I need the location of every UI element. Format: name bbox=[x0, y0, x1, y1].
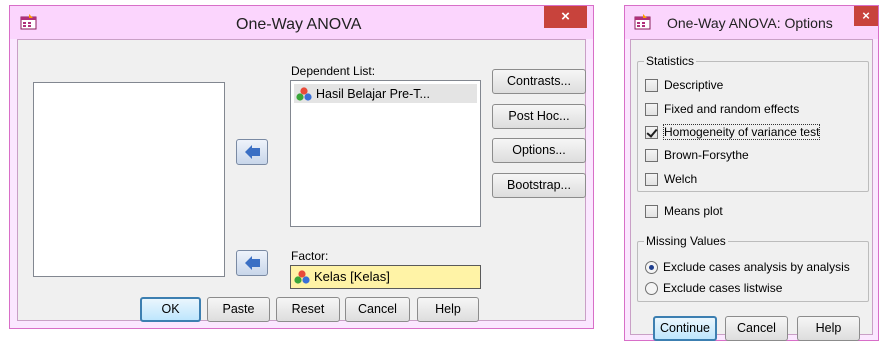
descriptive-checkbox[interactable]: Descriptive bbox=[645, 78, 723, 92]
dialog-body: Dependent List: Hasil Belajar Pre-T... F… bbox=[17, 39, 586, 322]
means-plot-checkbox[interactable]: Means plot bbox=[645, 204, 723, 218]
close-icon[interactable]: × bbox=[854, 6, 878, 26]
dependent-list-item[interactable]: Hasil Belajar Pre-T... bbox=[294, 84, 477, 103]
factor-item[interactable]: Kelas [Kelas] bbox=[294, 269, 390, 284]
ok-button[interactable]: OK bbox=[140, 297, 201, 322]
cancel-button[interactable]: Cancel bbox=[345, 297, 410, 322]
source-variable-list[interactable] bbox=[33, 82, 225, 277]
dependent-item-label: Hasil Belajar Pre-T... bbox=[316, 86, 430, 101]
paste-button[interactable]: Paste bbox=[207, 297, 270, 322]
options-button[interactable]: Options... bbox=[492, 138, 586, 163]
options-dialog-title: One-Way ANOVA: Options bbox=[667, 15, 833, 31]
dialog-title: One-Way ANOVA bbox=[236, 16, 362, 33]
welch-label: Welch bbox=[664, 172, 698, 186]
continue-button[interactable]: Continue bbox=[653, 316, 717, 341]
factor-field[interactable]: Kelas [Kelas] bbox=[290, 265, 481, 289]
statistics-legend: Statistics bbox=[644, 54, 697, 68]
options-body: Statistics Descriptive Fixed and random … bbox=[630, 39, 873, 341]
reset-button[interactable]: Reset bbox=[276, 297, 340, 322]
contrasts-button[interactable]: Contrasts... bbox=[492, 69, 586, 94]
app-icon bbox=[20, 14, 37, 30]
means-plot-label: Means plot bbox=[664, 204, 723, 218]
fixed-random-effects-label: Fixed and random effects bbox=[664, 102, 800, 116]
brown-forsythe-label: Brown-Forsythe bbox=[664, 148, 749, 162]
factor-value: Kelas [Kelas] bbox=[314, 269, 390, 284]
exclude-analysis-radio[interactable]: Exclude cases analysis by analysis bbox=[645, 260, 850, 274]
statistics-group: Statistics Descriptive Fixed and random … bbox=[637, 54, 869, 192]
welch-checkbox[interactable]: Welch bbox=[645, 172, 697, 186]
brown-forsythe-checkbox[interactable]: Brown-Forsythe bbox=[645, 148, 749, 162]
factor-label: Factor: bbox=[291, 249, 329, 263]
homogeneity-label: Homogeneity of variance test bbox=[662, 124, 821, 140]
exclude-listwise-label: Exclude cases listwise bbox=[663, 281, 783, 295]
close-icon[interactable]: × bbox=[544, 6, 587, 28]
nominal-variable-icon bbox=[296, 86, 312, 101]
anova-options-dialog: One-Way ANOVA: Options × Statistics Desc… bbox=[624, 5, 879, 341]
checkbox-box[interactable] bbox=[645, 78, 658, 92]
checkbox-box-checked[interactable] bbox=[645, 125, 658, 139]
missing-values-group: Missing Values Exclude cases analysis by… bbox=[637, 234, 869, 302]
exclude-listwise-radio[interactable]: Exclude cases listwise bbox=[645, 281, 782, 295]
arrow-left-icon bbox=[245, 145, 260, 159]
dependent-list-label: Dependent List: bbox=[291, 64, 376, 78]
fixed-random-effects-checkbox[interactable]: Fixed and random effects bbox=[645, 102, 799, 116]
options-help-button[interactable]: Help bbox=[797, 316, 860, 341]
nominal-variable-icon bbox=[294, 269, 310, 284]
bootstrap-button[interactable]: Bootstrap... bbox=[492, 173, 586, 198]
missing-values-legend: Missing Values bbox=[644, 234, 728, 248]
checkbox-box[interactable] bbox=[645, 102, 658, 116]
radio-button-selected[interactable] bbox=[645, 260, 658, 274]
help-button[interactable]: Help bbox=[417, 297, 479, 322]
title-bar[interactable]: One-Way ANOVA × bbox=[10, 6, 593, 39]
checkbox-box[interactable] bbox=[645, 148, 658, 162]
radio-button[interactable] bbox=[645, 281, 658, 295]
arrow-left-icon bbox=[245, 256, 260, 270]
options-title-bar[interactable]: One-Way ANOVA: Options × bbox=[625, 6, 878, 39]
homogeneity-checkbox[interactable]: Homogeneity of variance test bbox=[645, 124, 821, 140]
move-to-factor-button[interactable] bbox=[236, 250, 268, 276]
app-icon bbox=[634, 14, 651, 30]
checkbox-box[interactable] bbox=[645, 172, 658, 186]
checkbox-box[interactable] bbox=[645, 204, 658, 218]
options-cancel-button[interactable]: Cancel bbox=[725, 316, 788, 341]
move-to-dependent-button[interactable] bbox=[236, 139, 268, 165]
post-hoc-button[interactable]: Post Hoc... bbox=[492, 104, 586, 129]
one-way-anova-dialog: One-Way ANOVA × Dependent List: Hasil Be… bbox=[9, 5, 594, 329]
descriptive-label: Descriptive bbox=[664, 78, 724, 92]
dependent-list[interactable]: Hasil Belajar Pre-T... bbox=[290, 80, 481, 227]
exclude-analysis-label: Exclude cases analysis by analysis bbox=[663, 260, 850, 274]
